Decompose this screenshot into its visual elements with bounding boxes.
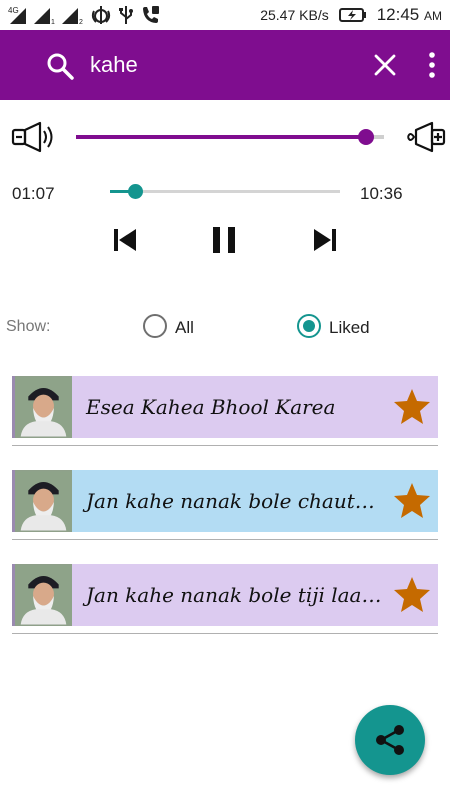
search-icon[interactable] [46,52,74,80]
list-item[interactable]: Esea Kahea Bhool Karea [12,376,438,446]
search-input[interactable] [90,48,350,82]
seek-thumb[interactable] [127,184,143,199]
sim1-label: 1 [51,19,55,25]
track-card[interactable]: Esea Kahea Bhool Karea [12,376,438,438]
phone-icon [143,6,159,23]
app-bar [0,30,450,100]
artist-thumbnail [12,376,72,438]
signal-icon: 1 [34,8,55,25]
close-icon[interactable] [372,52,398,78]
previous-button[interactable] [107,222,143,258]
radio-all-label[interactable]: All [175,318,194,338]
track-card[interactable]: Jan kahe nanak bole tiji laang J... [12,564,438,626]
radio-liked[interactable] [297,314,321,338]
clock-time: 12:45 [376,5,420,24]
signal-icon: 2 [62,8,83,25]
status-bar: 4G 1 2 25.47 KB/s 12:45 AM [0,0,450,30]
clock: 12:45 AM [377,5,442,25]
network-type: 4G [8,6,19,15]
list-item[interactable]: Jan kahe nanak bole tiji laang J... [12,564,438,634]
track-title: Esea Kahea Bhool Karea [86,395,336,419]
sim2-label: 2 [79,19,83,25]
next-button[interactable] [307,222,343,258]
pause-button[interactable] [207,222,243,258]
share-button[interactable] [355,705,425,775]
elapsed-time: 01:07 [12,184,55,203]
khanda-icon [91,6,111,24]
volume-fill [76,135,366,139]
track-title: Jan kahe nanak bole chauthi la... [86,489,390,513]
volume-thumb[interactable] [357,129,374,145]
star-icon[interactable] [390,479,434,523]
total-time: 10:36 [360,184,403,203]
radio-liked-label[interactable]: Liked [329,318,370,338]
share-icon [376,725,404,755]
clock-ampm: AM [424,9,442,23]
radio-all[interactable] [143,314,167,338]
list-item[interactable]: Jan kahe nanak bole chauthi la... [12,470,438,540]
star-icon[interactable] [390,385,434,429]
track-title: Jan kahe nanak bole tiji laang J... [86,583,390,607]
signal-icon: 4G [8,6,26,24]
volume-slider[interactable] [76,129,384,145]
volume-up-icon[interactable] [404,121,448,153]
artist-thumbnail [12,470,72,532]
track-card[interactable]: Jan kahe nanak bole chauthi la... [12,470,438,532]
usb-icon [119,6,133,24]
network-speed: 25.47 KB/s [260,7,329,23]
volume-down-icon[interactable] [10,121,58,153]
seek-bar[interactable] [110,184,340,199]
battery-charging-icon [338,8,366,22]
overflow-menu-icon[interactable] [424,50,440,80]
artist-thumbnail [12,564,72,626]
show-label: Show: [6,318,51,335]
star-icon[interactable] [390,573,434,617]
